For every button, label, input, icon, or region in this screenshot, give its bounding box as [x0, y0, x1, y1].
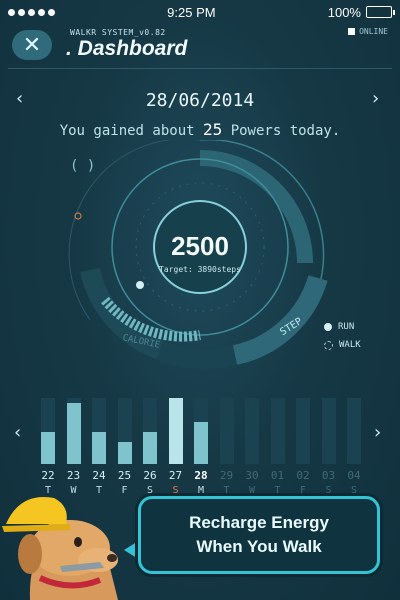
close-icon: ✕	[22, 32, 42, 58]
online-indicator-icon	[348, 28, 356, 35]
day-number: 01	[270, 469, 285, 482]
day-bar[interactable]: 28 M	[194, 380, 208, 500]
day-bar[interactable]: 29 T	[219, 380, 234, 500]
next-date-button[interactable]: ›	[372, 88, 379, 109]
day-bar[interactable]: 22 T	[41, 380, 55, 500]
day-bar-fill	[194, 422, 208, 464]
run-marker	[136, 281, 144, 289]
battery-percent: 100%	[327, 4, 361, 20]
banner-line-2: When You Walk	[196, 537, 322, 556]
day-bar[interactable]: 02 F	[296, 380, 310, 500]
day-number: 23	[66, 469, 81, 482]
dog-mascot-image	[2, 497, 118, 600]
day-bar-track	[347, 398, 361, 464]
day-bar[interactable]: 26 S	[143, 380, 157, 500]
day-bar-track	[270, 398, 285, 464]
steps-count: 2500	[171, 231, 229, 261]
day-bar[interactable]: 01 T	[270, 380, 285, 500]
close-button[interactable]: ✕	[12, 30, 52, 60]
day-number: 04	[347, 469, 361, 482]
day-number: 22	[41, 469, 55, 482]
gauge-center: 2500 Target: 3890steps	[150, 217, 250, 291]
day-bar[interactable]: 24 T	[92, 380, 106, 500]
current-date: 28/06/2014	[145, 90, 255, 111]
day-number: 26	[143, 469, 157, 482]
date-navigator: ‹ 28/06/2014 ›	[0, 88, 400, 112]
app-header: ✕ WALKR SYSTEM_v0.82 . Dashboard ONLINE	[10, 27, 390, 64]
day-weekday: T	[274, 485, 281, 496]
status-time: 9:25 PM	[167, 4, 216, 20]
day-bar-fill	[168, 398, 183, 464]
header-divider	[8, 68, 392, 69]
legend-run: RUN	[324, 318, 361, 336]
day-weekday: S	[172, 485, 179, 496]
legend-walk: WALK	[324, 336, 361, 354]
signal-icon	[8, 8, 55, 16]
day-bar-fill	[117, 442, 132, 464]
battery-icon	[365, 6, 395, 18]
day-bar-fill	[143, 432, 157, 464]
day-weekday: W	[248, 485, 256, 496]
day-weekday: M	[197, 485, 205, 496]
day-bar[interactable]: 23 W	[66, 380, 81, 500]
prev-week-button[interactable]: ‹	[14, 422, 21, 443]
run-dot-icon	[324, 323, 332, 331]
steps-target: Target: 3890steps	[159, 265, 241, 274]
day-bar[interactable]: 30 W	[245, 380, 259, 500]
status-bar: 9:25 PM 100%	[0, 0, 400, 24]
day-bar[interactable]: 04 S	[347, 380, 361, 500]
walk-ring-icon	[324, 340, 333, 350]
day-weekday: S	[146, 485, 154, 496]
online-status: ONLINE	[348, 27, 388, 36]
day-bar[interactable]: 03 S	[321, 380, 336, 500]
day-number: 03	[321, 469, 336, 482]
day-number: 28	[194, 469, 208, 482]
daily-history: ‹ › 22 T 23 W 24 T 25 F 26 S 27 S 28 M 29 T 30 W 01 T 02 F 03 S…	[0, 380, 400, 500]
day-weekday: F	[299, 485, 307, 496]
day-bar[interactable]: 27 S	[168, 380, 183, 500]
day-weekday: S	[325, 485, 332, 496]
day-number: 25	[117, 469, 132, 482]
day-bar-track	[321, 398, 336, 464]
day-bar-track	[219, 398, 234, 464]
day-bar-track	[245, 398, 259, 464]
banner-line-1: Recharge Energy	[189, 513, 329, 532]
system-version-label: WALKR SYSTEM_v0.82	[70, 28, 166, 37]
online-label: ONLINE	[359, 27, 388, 36]
page-title: . Dashboard	[66, 37, 188, 60]
svg-text:( ): ( )	[70, 158, 95, 174]
day-number: 29	[219, 469, 234, 482]
day-number: 02	[296, 469, 310, 482]
day-bar-fill	[92, 432, 106, 464]
day-weekday: T	[223, 485, 230, 496]
day-bar-fill	[41, 432, 55, 464]
powers-count: 25	[203, 120, 223, 139]
powers-summary: You gained about 25 Powers today.	[59, 120, 341, 139]
day-weekday: S	[350, 485, 358, 496]
next-week-button[interactable]: ›	[374, 422, 381, 443]
day-bar-track	[296, 398, 310, 464]
promo-banner: Recharge Energy When You Walk	[138, 496, 380, 574]
day-number: 24	[92, 469, 106, 482]
day-number: 27	[168, 469, 183, 482]
day-bar[interactable]: 25 F	[117, 380, 132, 500]
day-number: 30	[245, 469, 259, 482]
activity-legend: RUN WALK	[324, 318, 361, 354]
day-bar-fill	[66, 403, 81, 464]
